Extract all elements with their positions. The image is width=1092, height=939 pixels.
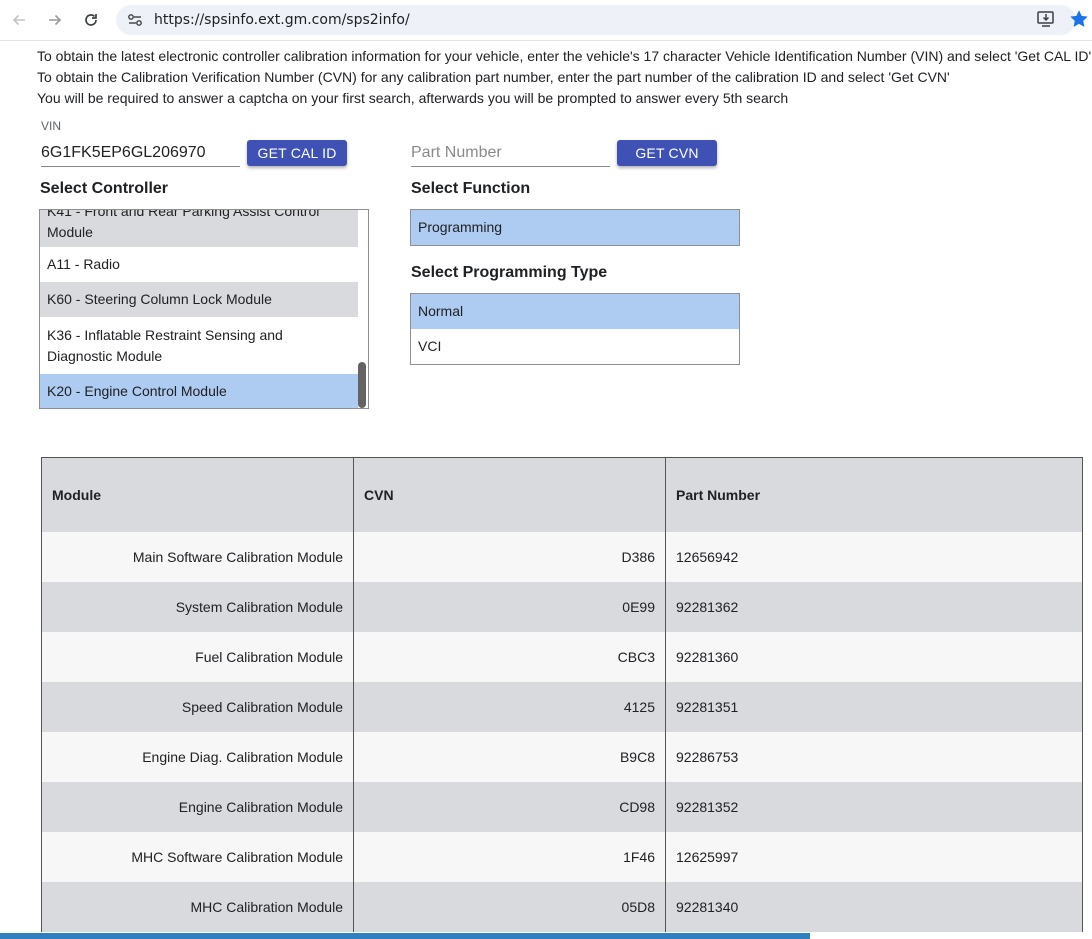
part-number-cell: 12656942 — [665, 532, 1083, 582]
table-header-row: Module CVN Part Number — [41, 457, 1083, 532]
programming-type-option-normal[interactable]: Normal — [411, 294, 739, 329]
table-row: Main Software Calibration Module D386 12… — [41, 532, 1083, 582]
cvn-cell: CBC3 — [353, 632, 666, 682]
module-cell: Engine Calibration Module — [41, 782, 354, 832]
module-cell: Main Software Calibration Module — [41, 532, 354, 582]
vin-input[interactable] — [41, 140, 240, 167]
install-app-icon[interactable] — [1036, 9, 1056, 29]
arrow-left-icon — [12, 14, 25, 26]
get-cvn-button[interactable]: GET CVN — [617, 140, 717, 166]
cvn-cell: 0E99 — [353, 582, 666, 632]
header-module: Module — [41, 457, 354, 532]
module-cell: MHC Calibration Module — [41, 882, 354, 932]
part-number-cell: 92281340 — [665, 882, 1083, 932]
reload-button[interactable] — [79, 8, 103, 32]
back-button[interactable] — [7, 8, 31, 32]
module-cell: MHC Software Calibration Module — [41, 832, 354, 882]
part-number-input[interactable] — [411, 140, 610, 167]
module-cell: Engine Diag. Calibration Module — [41, 732, 354, 782]
part-number-cell: 92286753 — [665, 732, 1083, 782]
star-icon[interactable] — [1068, 8, 1090, 30]
table-row: Fuel Calibration Module CBC3 92281360 — [41, 632, 1083, 682]
select-programming-type-title: Select Programming Type — [411, 264, 608, 281]
module-cell: System Calibration Module — [41, 582, 354, 632]
controller-scrollbar-thumb[interactable] — [358, 362, 366, 408]
instruction-cal-id: To obtain the latest electronic controll… — [37, 48, 1092, 64]
select-controller-title: Select Controller — [40, 180, 169, 197]
controller-option-k36[interactable]: K36 - Inflatable Restraint Sensing and D… — [40, 317, 358, 374]
module-cell: Speed Calibration Module — [41, 682, 354, 732]
function-option-programming[interactable]: Programming — [411, 210, 739, 245]
function-listbox[interactable]: Programming — [410, 209, 740, 246]
part-number-cell: 92281352 — [665, 782, 1083, 832]
instruction-captcha: You will be required to answer a captcha… — [37, 90, 789, 106]
table-row: Engine Calibration Module CD98 92281352 — [41, 782, 1083, 832]
table-row: MHC Software Calibration Module 1F46 126… — [41, 832, 1083, 882]
part-number-cell: 92281362 — [665, 582, 1083, 632]
controller-listbox[interactable]: K41 - Front and Rear Parking Assist Cont… — [39, 209, 369, 409]
table-row: Speed Calibration Module 4125 92281351 — [41, 682, 1083, 732]
table-row: Engine Diag. Calibration Module B9C8 922… — [41, 732, 1083, 782]
cvn-cell: 4125 — [353, 682, 666, 732]
calibration-table: Module CVN Part Number Main Software Cal… — [41, 457, 1083, 932]
cvn-cell: 1F46 — [353, 832, 666, 882]
table-row: System Calibration Module 0E99 92281362 — [41, 582, 1083, 632]
header-cvn: CVN — [353, 457, 666, 532]
cvn-cell: 05D8 — [353, 882, 666, 932]
browser-toolbar: https://spsinfo.ext.gm.com/sps2info/ — [0, 0, 1092, 41]
get-cal-id-button[interactable]: GET CAL ID — [247, 140, 347, 166]
part-number-cell: 92281351 — [665, 682, 1083, 732]
header-part-number: Part Number — [665, 457, 1083, 532]
cvn-cell: B9C8 — [353, 732, 666, 782]
part-number-cell: 92281360 — [665, 632, 1083, 682]
address-bar[interactable]: https://spsinfo.ext.gm.com/sps2info/ — [116, 5, 1076, 35]
controller-option-k60[interactable]: K60 - Steering Column Lock Module — [40, 282, 358, 317]
taskbar-strip — [0, 933, 810, 939]
cvn-cell: D386 — [353, 532, 666, 582]
controller-option-a11[interactable]: A11 - Radio — [40, 247, 358, 282]
url-text[interactable]: https://spsinfo.ext.gm.com/sps2info/ — [154, 12, 410, 28]
module-cell: Fuel Calibration Module — [41, 632, 354, 682]
cvn-cell: CD98 — [353, 782, 666, 832]
controller-option-k41[interactable]: K41 - Front and Rear Parking Assist Cont… — [40, 210, 358, 247]
part-number-cell: 12625997 — [665, 832, 1083, 882]
programming-type-option-vci[interactable]: VCI — [411, 329, 739, 364]
arrow-right-icon — [49, 14, 62, 26]
forward-button[interactable] — [43, 8, 67, 32]
reload-icon — [85, 14, 97, 26]
vin-label: VIN — [41, 119, 62, 133]
select-function-title: Select Function — [411, 180, 531, 197]
tune-icon[interactable] — [126, 11, 144, 29]
programming-type-listbox[interactable]: Normal VCI — [410, 293, 740, 365]
controller-option-k20[interactable]: K20 - Engine Control Module — [40, 374, 358, 408]
table-row: MHC Calibration Module 05D8 92281340 — [41, 882, 1083, 932]
instruction-cvn: To obtain the Calibration Verification N… — [37, 69, 950, 85]
